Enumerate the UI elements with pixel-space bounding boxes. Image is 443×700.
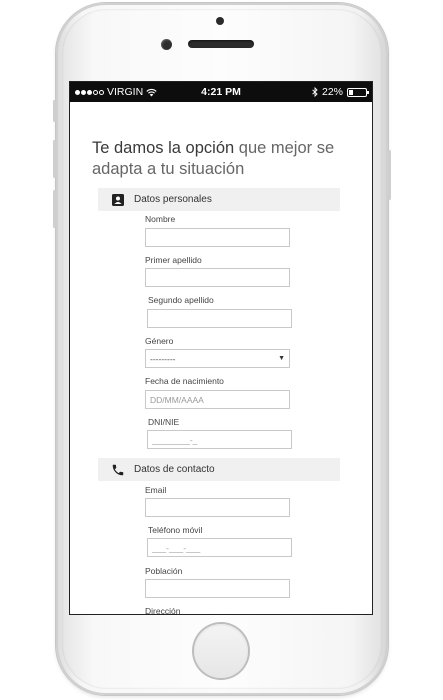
home-button[interactable] <box>194 624 248 678</box>
section-contact-data: Datos de contacto <box>98 458 340 481</box>
phone-icon <box>110 462 126 478</box>
nombre-input[interactable] <box>145 228 290 247</box>
bluetooth-icon <box>312 87 318 97</box>
id-card-icon <box>110 192 126 208</box>
battery-fill <box>349 89 353 95</box>
segundo-apellido-label: Segundo apellido <box>148 295 214 305</box>
earpiece-speaker <box>188 40 254 48</box>
wifi-icon <box>146 88 157 96</box>
telefono-input[interactable] <box>147 538 292 557</box>
genero-selected-value: --------- <box>150 353 176 364</box>
dropdown-arrow-icon: ▼ <box>278 355 285 362</box>
page-title: Te damos la opción que mejor se adapta a… <box>92 138 362 180</box>
poblacion-input[interactable] <box>145 579 290 598</box>
mute-switch <box>53 100 56 122</box>
segundo-apellido-input[interactable] <box>147 309 292 328</box>
primer-apellido-input[interactable] <box>145 268 290 287</box>
power-button <box>388 150 391 200</box>
title-part-main: Te damos la opción <box>92 139 239 157</box>
genero-label: Género <box>145 336 174 346</box>
genero-select[interactable]: --------- ▼ <box>145 349 290 368</box>
dni-label: DNI/NIE <box>148 417 180 427</box>
carrier-name: VIRGIN <box>107 86 144 98</box>
poblacion-label: Población <box>145 566 183 576</box>
status-bar: VIRGIN 4:21 PM 22% <box>70 82 372 102</box>
section-contact-title: Datos de contacto <box>134 464 215 475</box>
section-personal-title: Datos personales <box>134 194 212 205</box>
front-camera <box>161 39 172 50</box>
battery-percent: 22% <box>321 86 343 98</box>
section-personal-data: Datos personales <box>98 188 340 211</box>
nombre-label: Nombre <box>145 214 176 224</box>
phone-screen: VIRGIN 4:21 PM 22% Te damos la opción qu… <box>70 82 372 614</box>
fecha-nacimiento-input[interactable] <box>145 390 290 409</box>
sensor-dot <box>216 17 224 25</box>
dni-input[interactable] <box>147 430 292 449</box>
email-label: Email <box>145 485 167 495</box>
direccion-label: Dirección <box>145 606 181 614</box>
fecha-nacimiento-label: Fecha de nacimiento <box>145 376 224 386</box>
volume-up-button <box>53 140 56 178</box>
volume-down-button <box>53 190 56 228</box>
primer-apellido-label: Primer apellido <box>145 255 202 265</box>
signal-strength-icon <box>75 89 104 95</box>
email-input[interactable] <box>145 498 290 517</box>
battery-icon <box>347 87 369 97</box>
telefono-label: Teléfono móvil <box>148 525 203 535</box>
